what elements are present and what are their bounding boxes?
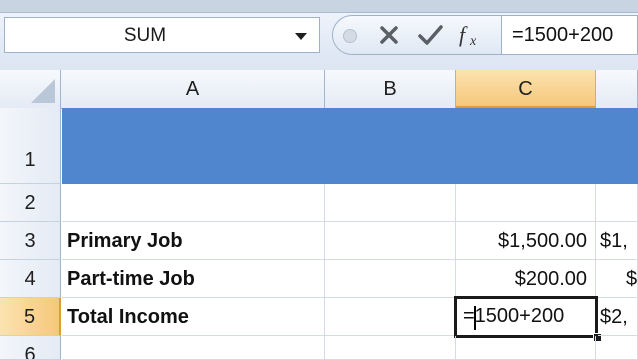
cell-b2[interactable] bbox=[325, 184, 456, 222]
cell-a6[interactable] bbox=[62, 336, 325, 360]
formula-controls: f x bbox=[332, 15, 502, 55]
worksheet-grid: A B C 1 2 3 4 5 6 Primary Job $1,500.00 … bbox=[0, 70, 638, 360]
column-header-row: A B C bbox=[0, 70, 638, 109]
cell-c2[interactable] bbox=[456, 184, 596, 222]
svg-text:x: x bbox=[469, 34, 477, 49]
cell-a3[interactable]: Primary Job bbox=[62, 222, 325, 260]
cell-d6[interactable] bbox=[596, 336, 638, 360]
select-all-icon bbox=[31, 79, 55, 103]
cell-d3[interactable]: $1, bbox=[596, 222, 638, 260]
window-frame bbox=[0, 0, 638, 12]
cell-b6[interactable] bbox=[325, 336, 456, 360]
active-cell-c5[interactable]: =1500+200 bbox=[454, 296, 598, 338]
cell-c5-edit-text: =1500+200 bbox=[463, 305, 565, 327]
formula-bar: SUM f x =1500+200 bbox=[0, 12, 638, 59]
cell-b3[interactable] bbox=[325, 222, 456, 260]
grip-handle[interactable] bbox=[343, 29, 357, 43]
row-header-6[interactable]: 6 bbox=[0, 336, 61, 360]
cell-c3[interactable]: $1,500.00 bbox=[456, 222, 596, 260]
name-box-dropdown-icon[interactable] bbox=[295, 33, 307, 40]
column-header-c[interactable]: C bbox=[456, 70, 596, 108]
cell-a4[interactable]: Part-time Job bbox=[62, 260, 325, 298]
row-header-1[interactable]: 1 bbox=[0, 108, 61, 184]
column-header-d[interactable] bbox=[596, 70, 638, 108]
fx-icon[interactable]: f x bbox=[457, 22, 487, 55]
cell-d4[interactable]: $ bbox=[596, 260, 638, 298]
name-box-value: SUM bbox=[123, 25, 167, 46]
cell-c6[interactable] bbox=[456, 336, 596, 360]
row-header-4[interactable]: 4 bbox=[0, 260, 61, 298]
cell-a5[interactable]: Total Income bbox=[62, 298, 325, 336]
column-header-a[interactable]: A bbox=[61, 70, 325, 108]
select-all-button[interactable] bbox=[0, 70, 61, 108]
cell-d5[interactable]: $2, bbox=[598, 298, 638, 336]
cell-d2[interactable] bbox=[596, 184, 638, 222]
formula-input[interactable]: =1500+200 bbox=[502, 15, 638, 55]
row-header-3[interactable]: 3 bbox=[0, 222, 61, 260]
row-header-5[interactable]: 5 bbox=[0, 298, 61, 336]
formula-text: =1500+200 bbox=[512, 24, 614, 46]
column-header-b[interactable]: B bbox=[325, 70, 456, 108]
header-band-row-1[interactable] bbox=[62, 108, 638, 184]
row-header-2[interactable]: 2 bbox=[0, 184, 61, 222]
text-cursor bbox=[474, 306, 476, 330]
check-icon[interactable] bbox=[415, 21, 445, 54]
name-box[interactable]: SUM bbox=[4, 17, 320, 53]
svg-text:f: f bbox=[459, 22, 468, 47]
cell-b4[interactable] bbox=[325, 260, 456, 298]
cell-c4[interactable]: $200.00 bbox=[456, 260, 596, 298]
close-icon[interactable] bbox=[375, 21, 403, 54]
cell-b5[interactable] bbox=[325, 298, 456, 336]
cell-a2[interactable] bbox=[62, 184, 325, 222]
